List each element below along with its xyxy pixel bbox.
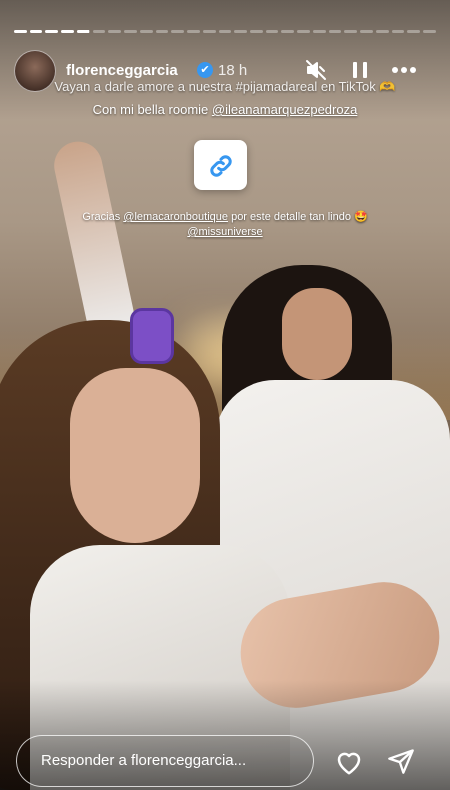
caption-line-3: Gracias @lemacaronboutique por este deta… (0, 210, 450, 240)
progress-segment (92, 30, 106, 33)
send-icon[interactable] (386, 747, 416, 780)
progress-segment (281, 30, 295, 33)
mention-link[interactable]: @missuniverse (187, 226, 262, 238)
progress-segment (14, 30, 27, 33)
progress-segment (202, 30, 216, 33)
progress-segment (76, 30, 90, 33)
progress-segment (61, 30, 74, 33)
link-icon (210, 155, 232, 177)
raised-arm (49, 137, 139, 343)
progress-segment (375, 30, 389, 33)
mention-link[interactable]: @lemacaronboutique (123, 211, 228, 223)
caption-line-2: Con mi bella roomie @ileanamarquezpedroz… (0, 102, 450, 117)
link-sticker[interactable] (194, 140, 247, 190)
progress-segment (423, 30, 436, 33)
progress-fill (14, 30, 27, 33)
hair-roller (130, 308, 174, 364)
right-person-face (282, 288, 352, 380)
progress-segment (344, 30, 358, 33)
post-time: 18 h (218, 62, 248, 79)
caption-text: Gracias (82, 211, 124, 223)
progress-segment (218, 30, 232, 33)
progress-segment (155, 30, 169, 33)
progress-segment (171, 30, 185, 33)
progress-segment (139, 30, 153, 33)
progress-segment (312, 30, 326, 33)
progress-segment (234, 30, 248, 33)
heart-icon[interactable] (334, 748, 364, 781)
reply-input[interactable]: Responder a florenceggarcia... (16, 735, 314, 787)
story-viewer[interactable]: florenceggarcia ✔ 18 h Vayan a darle amo… (0, 0, 450, 790)
progress-segment (187, 30, 200, 33)
progress-segment (265, 30, 279, 33)
progress-fill (61, 30, 74, 33)
progress-segment (360, 30, 373, 33)
progress-segment (250, 30, 263, 33)
left-person-face (70, 368, 200, 543)
progress-segment (45, 30, 59, 33)
progress-segment (328, 30, 342, 33)
progress-segment (124, 30, 137, 33)
username[interactable]: florenceggarcia (66, 62, 178, 79)
progress-segment (29, 30, 43, 33)
progress-segment (407, 30, 421, 33)
progress-fill (45, 30, 59, 33)
progress-fill (76, 30, 90, 33)
progress-segment (108, 30, 122, 33)
mention-link[interactable]: @ileanamarquezpedroza (212, 102, 357, 117)
caption-text: Con mi bella roomie (92, 102, 212, 117)
verified-badge-icon: ✔ (197, 62, 213, 78)
progress-fill (29, 30, 43, 33)
progress-segment (297, 30, 310, 33)
caption-line-1: Vayan a darle amore a nuestra #pijamadar… (54, 79, 396, 94)
caption-text: por este detalle tan lindo 🤩 (228, 211, 368, 223)
progress-segment (391, 30, 405, 33)
story-progress-bar (14, 30, 436, 33)
